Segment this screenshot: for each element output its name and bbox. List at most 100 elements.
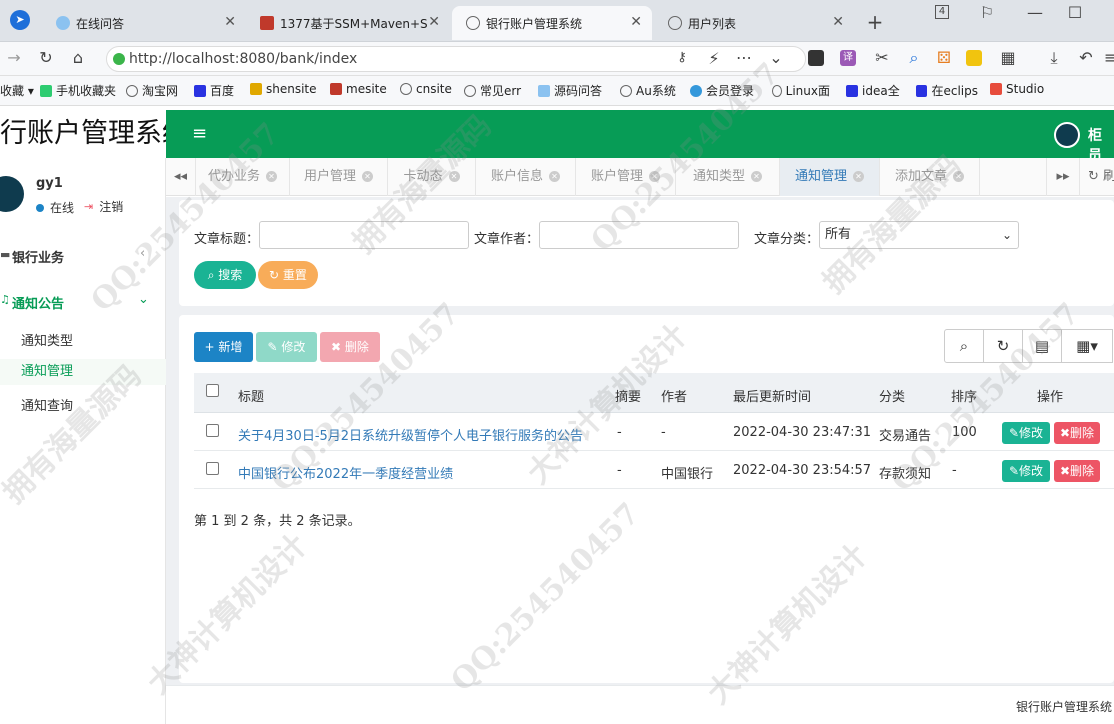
bookmark-item[interactable]: cnsite: [400, 82, 452, 96]
close-icon[interactable]: ✕: [751, 171, 762, 182]
new-tab-icon[interactable]: +: [866, 10, 884, 34]
close-tab-icon[interactable]: ✕: [428, 14, 440, 30]
author-search-input[interactable]: [539, 221, 739, 249]
sidebar-item-notice-type[interactable]: 通知类型: [0, 330, 166, 352]
refresh-tab-button[interactable]: ↻ 刷: [1080, 158, 1114, 196]
edit-button[interactable]: ✎ 修改: [256, 332, 317, 362]
bookmark-item[interactable]: Linux面: [772, 82, 830, 99]
sidebar-item-notice-query[interactable]: 通知查询: [0, 395, 166, 417]
category-select[interactable]: 所有 ⌄: [819, 221, 1019, 249]
close-icon[interactable]: ✕: [649, 171, 660, 182]
close-icon[interactable]: ✕: [953, 171, 964, 182]
tab-user-manage[interactable]: 用户管理 ✕: [290, 158, 388, 196]
reset-button[interactable]: ↻ 重置: [258, 261, 318, 289]
row-checkbox[interactable]: [206, 462, 219, 475]
tab-account-info[interactable]: 账户信息 ✕: [476, 158, 576, 196]
key-icon[interactable]: ⚷: [672, 50, 692, 65]
col-order[interactable]: 排序: [951, 386, 977, 405]
delete-button[interactable]: ✖ 删除: [320, 332, 380, 362]
bookmark-item[interactable]: Studio: [990, 82, 1044, 96]
search-button[interactable]: ⌕ 搜索: [194, 261, 256, 289]
tabs-scroll-left-icon[interactable]: ◂◂: [166, 158, 196, 196]
bookmark-item[interactable]: 会员登录: [690, 82, 756, 99]
menu-group-bank[interactable]: ▬ 银行业务 ‹: [0, 246, 166, 266]
row-edit-button[interactable]: ✎修改: [1002, 422, 1050, 444]
article-title-link[interactable]: 关于4月30日-5月2日系统升级暂停个人电子银行服务的公告: [238, 425, 583, 444]
url-input[interactable]: http://localhost:8080/bank/index: [106, 46, 806, 72]
table-columns-icon[interactable]: ▦▾: [1061, 329, 1113, 363]
bookmark-item[interactable]: mesite: [330, 82, 387, 96]
bookmark-item[interactable]: 百度: [194, 82, 234, 99]
menu-icon[interactable]: ≡: [1104, 48, 1114, 67]
close-icon[interactable]: ✕: [549, 171, 560, 182]
row-delete-button[interactable]: ✖删除: [1054, 422, 1100, 444]
tabs-scroll-right-icon[interactable]: ▸▸: [1046, 158, 1080, 196]
tab-account-manage[interactable]: 账户管理 ✕: [576, 158, 676, 196]
forward-icon[interactable]: →: [4, 48, 24, 67]
browser-tab[interactable]: 用户列表 ✕: [654, 6, 854, 40]
dropdown-icon[interactable]: ⌄: [766, 48, 786, 67]
apps-icon[interactable]: ▦: [998, 48, 1018, 67]
reload-icon[interactable]: ↻: [36, 48, 56, 67]
scissors-icon[interactable]: ✂: [872, 48, 892, 67]
menu-group-notice[interactable]: ♫ 通知公告 ⌄: [0, 292, 166, 312]
undo-icon[interactable]: ↶: [1076, 48, 1096, 67]
table-toggle-view-icon[interactable]: ▤: [1022, 329, 1062, 363]
extension-icon[interactable]: [808, 50, 824, 66]
bookmark-item[interactable]: 手机收藏夹: [40, 82, 116, 99]
article-title-link[interactable]: 中国银行公布2022年一季度经营业绩: [238, 463, 453, 482]
lightning-icon[interactable]: ⚡: [704, 49, 724, 68]
close-tab-icon[interactable]: ✕: [630, 14, 642, 30]
close-tab-icon[interactable]: ✕: [832, 14, 844, 30]
bookmark-item[interactable]: shensite: [250, 82, 317, 96]
col-category[interactable]: 分类: [879, 386, 905, 405]
browser-tab[interactable]: 在线问答 ✕: [42, 6, 246, 40]
col-author[interactable]: 作者: [661, 386, 687, 405]
row-edit-button[interactable]: ✎修改: [1002, 460, 1050, 482]
bookmark-item[interactable]: Au系统: [620, 82, 676, 99]
sidebar-item-notice-manage[interactable]: 通知管理: [0, 359, 166, 385]
col-summary[interactable]: 摘要: [615, 386, 641, 405]
tab-count-badge[interactable]: 4: [935, 5, 949, 19]
home-icon[interactable]: ⌂: [68, 48, 88, 67]
maximize-icon[interactable]: ☐: [1066, 3, 1084, 22]
select-all-checkbox[interactable]: [206, 384, 219, 397]
close-icon[interactable]: ✕: [266, 171, 277, 182]
translate-icon[interactable]: 译: [840, 50, 856, 66]
hamburger-menu-icon[interactable]: ≡: [192, 124, 207, 144]
title-search-input[interactable]: [259, 221, 469, 249]
bookmark-item[interactable]: 在eclips: [916, 82, 978, 99]
shirt-icon[interactable]: ⚐: [978, 3, 996, 22]
avatar[interactable]: [1054, 122, 1080, 148]
close-icon[interactable]: ✕: [853, 171, 864, 182]
bookmark-item[interactable]: idea全: [846, 82, 900, 99]
close-tab-icon[interactable]: ✕: [224, 14, 236, 30]
bookmark-item[interactable]: 常见err: [464, 82, 524, 99]
minimize-icon[interactable]: —: [1026, 3, 1044, 22]
bookmark-item[interactable]: 淘宝网: [126, 82, 178, 99]
game-icon[interactable]: ⚄: [934, 48, 954, 67]
row-checkbox[interactable]: [206, 424, 219, 437]
bookmark-item[interactable]: 收藏 ▾: [0, 82, 34, 99]
col-updated[interactable]: 最后更新时间: [733, 386, 811, 405]
more-icon[interactable]: ⋯: [734, 48, 754, 67]
close-icon[interactable]: ✕: [448, 171, 460, 182]
browser-tab[interactable]: 1377基于SSM+Maven+S ✕: [246, 6, 450, 40]
logout-link[interactable]: ⇥ 注销: [84, 198, 123, 215]
download-icon[interactable]: ⤓: [1044, 48, 1064, 68]
browser-tab-active[interactable]: 银行账户管理系统 ✕: [452, 6, 652, 40]
table-refresh-icon[interactable]: ↻: [983, 329, 1023, 363]
close-icon[interactable]: ✕: [362, 171, 373, 182]
tab-notice-manage[interactable]: 通知管理 ✕: [780, 158, 880, 196]
tab-notice-type[interactable]: 通知类型 ✕: [676, 158, 780, 196]
col-title[interactable]: 标题: [238, 386, 264, 405]
search-ext-icon[interactable]: ⌕: [904, 48, 924, 68]
table-search-icon[interactable]: ⌕: [944, 329, 984, 363]
tab-card-dynamics[interactable]: 卡动态 ✕: [388, 158, 476, 196]
shield-ext-icon[interactable]: [966, 50, 982, 66]
row-delete-button[interactable]: ✖删除: [1054, 460, 1100, 482]
add-button[interactable]: + 新增: [194, 332, 253, 362]
bookmark-item[interactable]: 源码问答: [538, 82, 602, 99]
tab-agent-business[interactable]: 代办业务 ✕: [196, 158, 290, 196]
tab-add-article[interactable]: 添加文章 ✕: [880, 158, 980, 196]
